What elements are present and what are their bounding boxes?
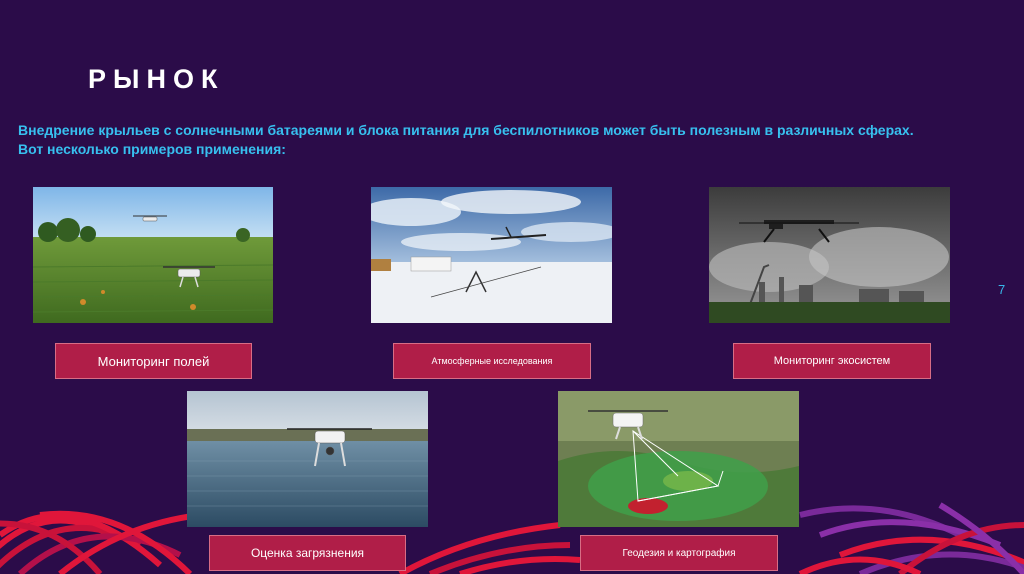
pollution-assessment-photo xyxy=(187,391,428,527)
label-geodesy-mapping: Геодезия и картография xyxy=(580,535,778,571)
intro-text: Внедрение крыльев с солнечными батареями… xyxy=(18,121,1008,159)
slide: РЫНОК Внедрение крыльев с солнечными бат… xyxy=(0,0,1024,574)
slide-title: РЫНОК xyxy=(88,64,225,94)
atmospheric-research-photo xyxy=(371,187,612,323)
intro-line-1: Внедрение крыльев с солнечными батареями… xyxy=(18,122,914,138)
geodesy-mapping-photo xyxy=(558,391,799,527)
label-atmospheric-research: Атмосферные исследования xyxy=(393,343,591,379)
ecosystem-monitoring-photo xyxy=(709,187,950,323)
field-monitoring-photo xyxy=(33,187,273,323)
decorative-ribbons xyxy=(0,502,1024,574)
label-pollution-assessment: Оценка загрязнения xyxy=(209,535,406,571)
label-field-monitoring: Мониторинг полей xyxy=(55,343,252,379)
label-ecosystem-monitoring: Мониторинг экосистем xyxy=(733,343,931,379)
page-number: 7 xyxy=(998,282,1006,297)
intro-line-2: Вот несколько примеров применения: xyxy=(18,141,286,157)
